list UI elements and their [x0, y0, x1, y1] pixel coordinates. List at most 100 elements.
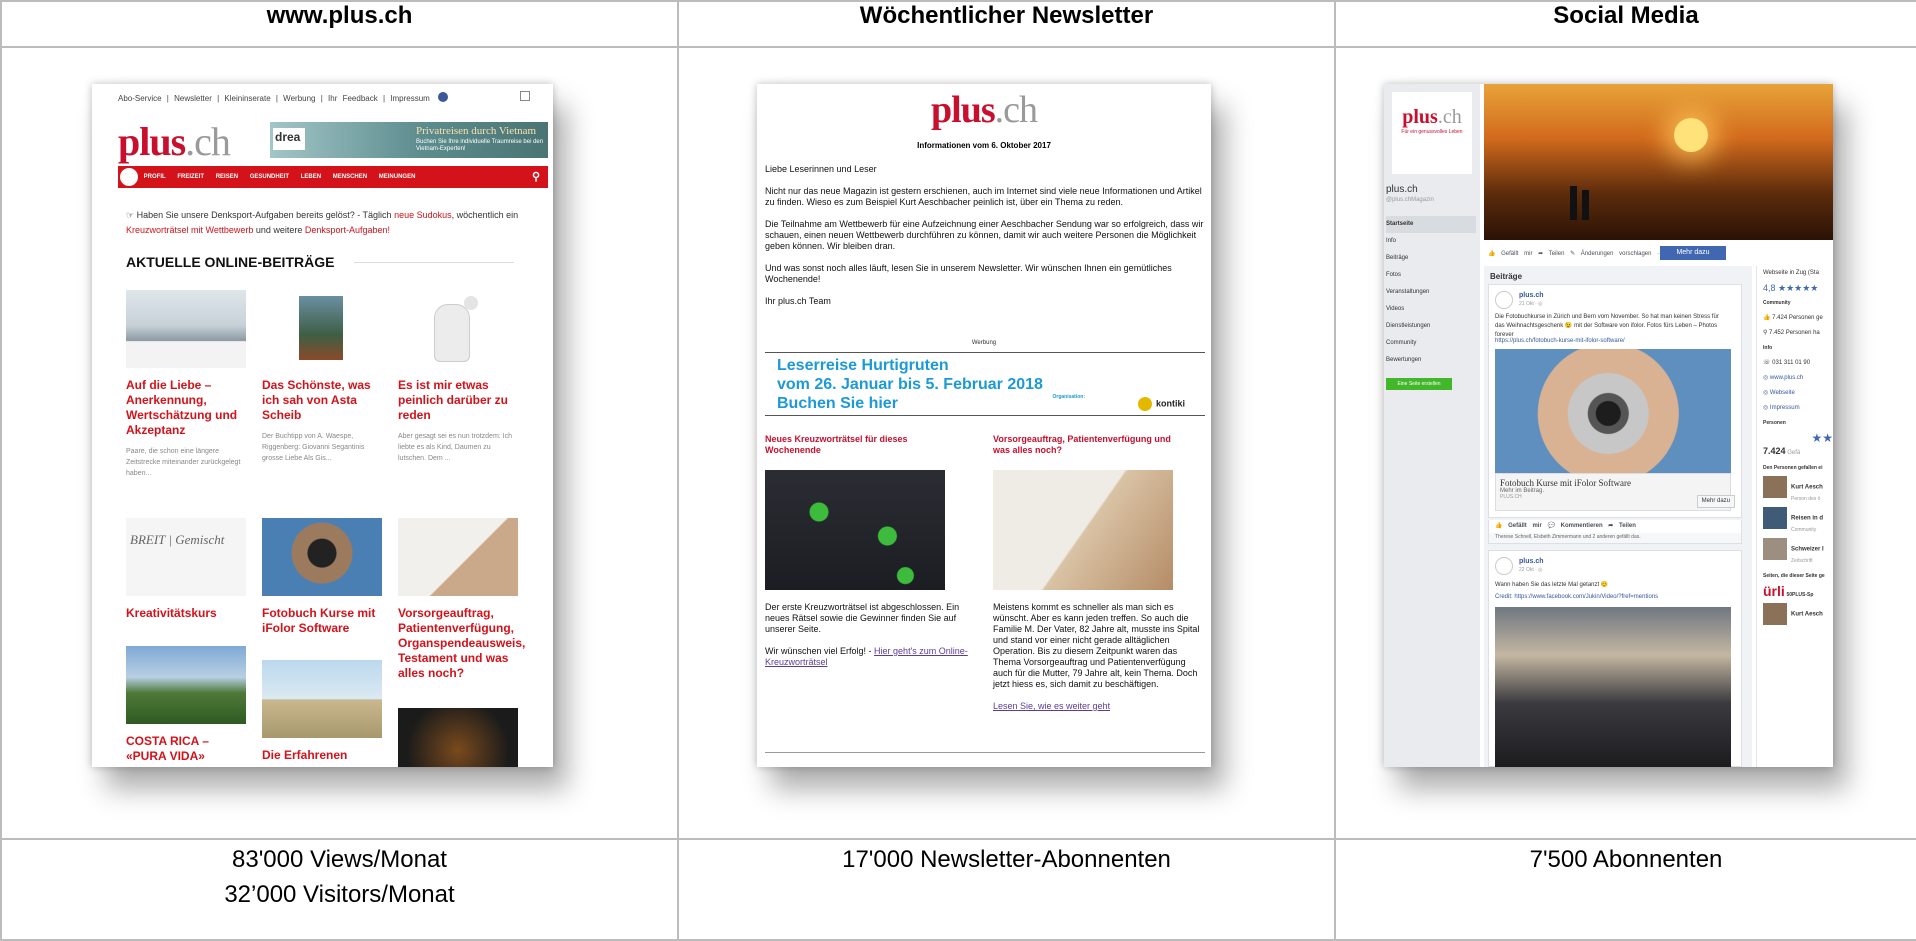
provision-heading[interactable]: Vorsorgeauftrag, Patientenverfügung und …: [993, 434, 1183, 456]
post-author[interactable]: plus.ch: [1519, 291, 1544, 300]
liked-page[interactable]: ürli 50PLUS-Sp: [1763, 584, 1833, 603]
fb-sidebar: plus.ch Für ein genussvolles Leben plus.…: [1384, 84, 1480, 767]
article-image: [126, 646, 246, 724]
post-image[interactable]: [1495, 349, 1731, 473]
nav-item-meinungen[interactable]: MEINUNGEN: [379, 174, 416, 180]
fb-nav-item-community[interactable]: Community: [1386, 335, 1476, 352]
impressum-link[interactable]: ◎ Impressum: [1763, 401, 1833, 416]
page-actions[interactable]: 👍 Gefällt mir ➦ Teilen ✎ Änderungen vors…: [1484, 246, 1833, 262]
article-title[interactable]: Kreativitätskurs: [126, 606, 246, 621]
crossword-link[interactable]: Kreuzworträtsel mit Wettbewerb: [126, 225, 253, 235]
article-teaser: Paare, die schon eine längere Zeitstreck…: [126, 448, 241, 477]
liked-page[interactable]: Kurt Aesch: [1763, 603, 1833, 625]
header-social-media: Social Media: [1334, 0, 1916, 48]
facebook-icon[interactable]: [438, 92, 448, 102]
article-title[interactable]: Die Erfahrenen: [262, 748, 382, 763]
more-info-button[interactable]: Mehr dazu: [1660, 246, 1726, 260]
create-page-button[interactable]: Eine Seite erstellen: [1386, 378, 1452, 390]
top-links[interactable]: Abo-Service | Newsletter | Kleininserate…: [118, 94, 430, 103]
sudoku-link[interactable]: neue Sudokus: [394, 210, 452, 220]
preview-domain: PLUS.CH: [1500, 494, 1522, 500]
feed-label: Beiträge: [1490, 272, 1523, 281]
post-author[interactable]: plus.ch: [1519, 557, 1544, 566]
fb-nav-item-bewertungen[interactable]: Bewertungen: [1386, 352, 1476, 369]
community-heading: Community: [1763, 300, 1791, 306]
nav-item-menschen[interactable]: MENSCHEN: [333, 174, 367, 180]
article-title[interactable]: Es ist mir etwas peinlich darüber zu red…: [398, 378, 518, 423]
ad-label: Werbung: [971, 340, 997, 346]
article-card[interactable]: Die Erfahrenen: [262, 660, 382, 763]
article-card[interactable]: COSTA RICA – «PURA VIDA»: [126, 646, 246, 764]
nav-item-reisen[interactable]: REISEN: [216, 174, 238, 180]
webseite-link[interactable]: ◎ Webseite: [1763, 386, 1833, 401]
article-card[interactable]: Auf die Liebe – Anerkennung, Wertschätzu…: [126, 290, 246, 479]
site-logo[interactable]: plus.ch: [118, 118, 231, 165]
website-link[interactable]: ◎ www.plus.ch: [1763, 371, 1833, 386]
article-image: BREIT | Gemischt: [126, 518, 246, 596]
read-more-link[interactable]: Lesen Sie, wie es weiter geht: [993, 701, 1110, 711]
article-card[interactable]: Vorsorgeauftrag, Patientenverfügung, Org…: [398, 518, 525, 681]
crossword-image[interactable]: [765, 470, 945, 590]
search-icon[interactable]: ⚲: [532, 166, 540, 188]
provision-image[interactable]: [993, 470, 1173, 590]
crossword-heading[interactable]: Neues Kreuzworträtsel für dieses Wochene…: [765, 434, 955, 456]
article-image[interactable]: [398, 708, 518, 767]
article-title[interactable]: Fotobuch Kurse mit iFolor Software: [262, 606, 382, 636]
article-title[interactable]: Vorsorgeauftrag, Patientenverfügung, Org…: [398, 606, 525, 681]
article-card[interactable]: Es ist mir etwas peinlich darüber zu red…: [398, 290, 518, 464]
ad-banner[interactable]: drea Privatreisen durch Vietnam Buchen S…: [270, 122, 548, 158]
newsletter-date: Informationen vom 6. Oktober 2017: [917, 141, 1051, 150]
fb-nav-item-veranstaltungen[interactable]: Veranstaltungen: [1386, 284, 1476, 301]
article-teaser: Aber gesagt sei es nun trotzdem: Ich lie…: [398, 433, 513, 462]
fb-nav-item-info[interactable]: Info: [1386, 233, 1476, 250]
nav-item-gesundheit[interactable]: GESUNDHEIT: [250, 174, 289, 180]
post-time: 21 Okt · ◎: [1519, 301, 1543, 307]
article-title[interactable]: COSTA RICA – «PURA VIDA»: [126, 734, 246, 764]
fb-nav-item-videos[interactable]: Videos: [1386, 301, 1476, 318]
brainteaser-link[interactable]: Denksport-Aufgaben!: [305, 225, 390, 235]
article-card[interactable]: BREIT | Gemischt Kreativitätskurs: [126, 518, 246, 621]
likes-count: 👍 7.424 Personen ge: [1763, 315, 1823, 321]
fb-nav-item-beitraege[interactable]: Beiträge: [1386, 250, 1476, 267]
credit-link[interactable]: Credit: https://www.facebook.com/Jukin/V…: [1495, 594, 1658, 600]
nav-item-freizeit[interactable]: FREIZEIT: [177, 174, 204, 180]
provision-text: Meistens kommt es schneller als man sich…: [993, 602, 1200, 711]
visitors-stat: 32’000 Visitors/Monat: [224, 881, 455, 908]
travel-ad[interactable]: Leserreise Hurtigruten vom 26. Januar bi…: [765, 352, 1205, 416]
fb-post: plus.ch 21 Okt · ◎ Die Fotobuchkurse in …: [1488, 284, 1742, 518]
post-footer: 👍 Gefällt mir 💬 Kommentieren ➦ Teilen Th…: [1488, 520, 1742, 544]
logo-tagline: Für ein genussvolles Leben: [1401, 129, 1463, 135]
fb-nav-item-startseite[interactable]: Startseite: [1386, 216, 1476, 233]
post-video[interactable]: [1495, 607, 1731, 767]
plus-badge-icon[interactable]: [120, 168, 138, 186]
menu-icon[interactable]: [520, 91, 530, 101]
nav-item-leben[interactable]: LEBEN: [301, 174, 321, 180]
fb-right-column: Webseite in Zug (Sta 4,8 ★★★★★ Community…: [1756, 266, 1833, 767]
link-preview[interactable]: Fotobuch Kurse mit iFolor Software Mehr …: [1495, 473, 1731, 511]
newsletter-screenshot: plus.ch Informationen vom 6. Oktober 201…: [757, 84, 1211, 767]
cover-photo[interactable]: [1484, 84, 1833, 240]
rating[interactable]: 4,8 ★★★★★: [1763, 281, 1833, 296]
avatar[interactable]: [1495, 557, 1513, 575]
post-likes[interactable]: Therese Schnell, Elsbeth Zimmermann und …: [1489, 533, 1741, 543]
thumbnail: [1763, 538, 1787, 560]
kontiki-logo: kontiki: [1138, 397, 1185, 411]
avatar[interactable]: [1495, 291, 1513, 309]
fb-nav: Startseite Info Beiträge Fotos Veranstal…: [1386, 216, 1476, 369]
followers-stat: 7'500 Abonnenten: [1529, 846, 1723, 873]
post-link[interactable]: https://plus.ch/fotobuch-kurse-mit-ifolo…: [1495, 337, 1725, 346]
fb-nav-item-dienstleistungen[interactable]: Dienstleistungen: [1386, 318, 1476, 335]
preview-more-button[interactable]: Mehr dazu: [1696, 495, 1735, 508]
page-handle: @plus.chMagazin: [1386, 197, 1434, 203]
persons-heading: Personen: [1763, 420, 1786, 426]
fb-profile-logo[interactable]: plus.ch Für ein genussvolles Leben: [1392, 92, 1472, 174]
post-actions[interactable]: 👍 Gefällt mir 💬 Kommentieren ➦ Teilen: [1495, 522, 1636, 531]
article-title[interactable]: Auf die Liebe – Anerkennung, Wertschätzu…: [126, 378, 246, 438]
nav-item-profil[interactable]: PROFIL: [144, 174, 166, 180]
post-text: Die Fotobuchkurse in Zürich und Bern vom…: [1495, 314, 1719, 338]
article-card[interactable]: Fotobuch Kurse mit iFolor Software: [262, 518, 382, 636]
article-card[interactable]: Das Schönste, was ich sah von Asta Schei…: [262, 290, 382, 464]
article-title[interactable]: Das Schönste, was ich sah von Asta Schei…: [262, 378, 382, 423]
overview-table: www.plus.ch Wöchentlicher Newsletter Soc…: [0, 0, 1916, 941]
fb-nav-item-fotos[interactable]: Fotos: [1386, 267, 1476, 284]
